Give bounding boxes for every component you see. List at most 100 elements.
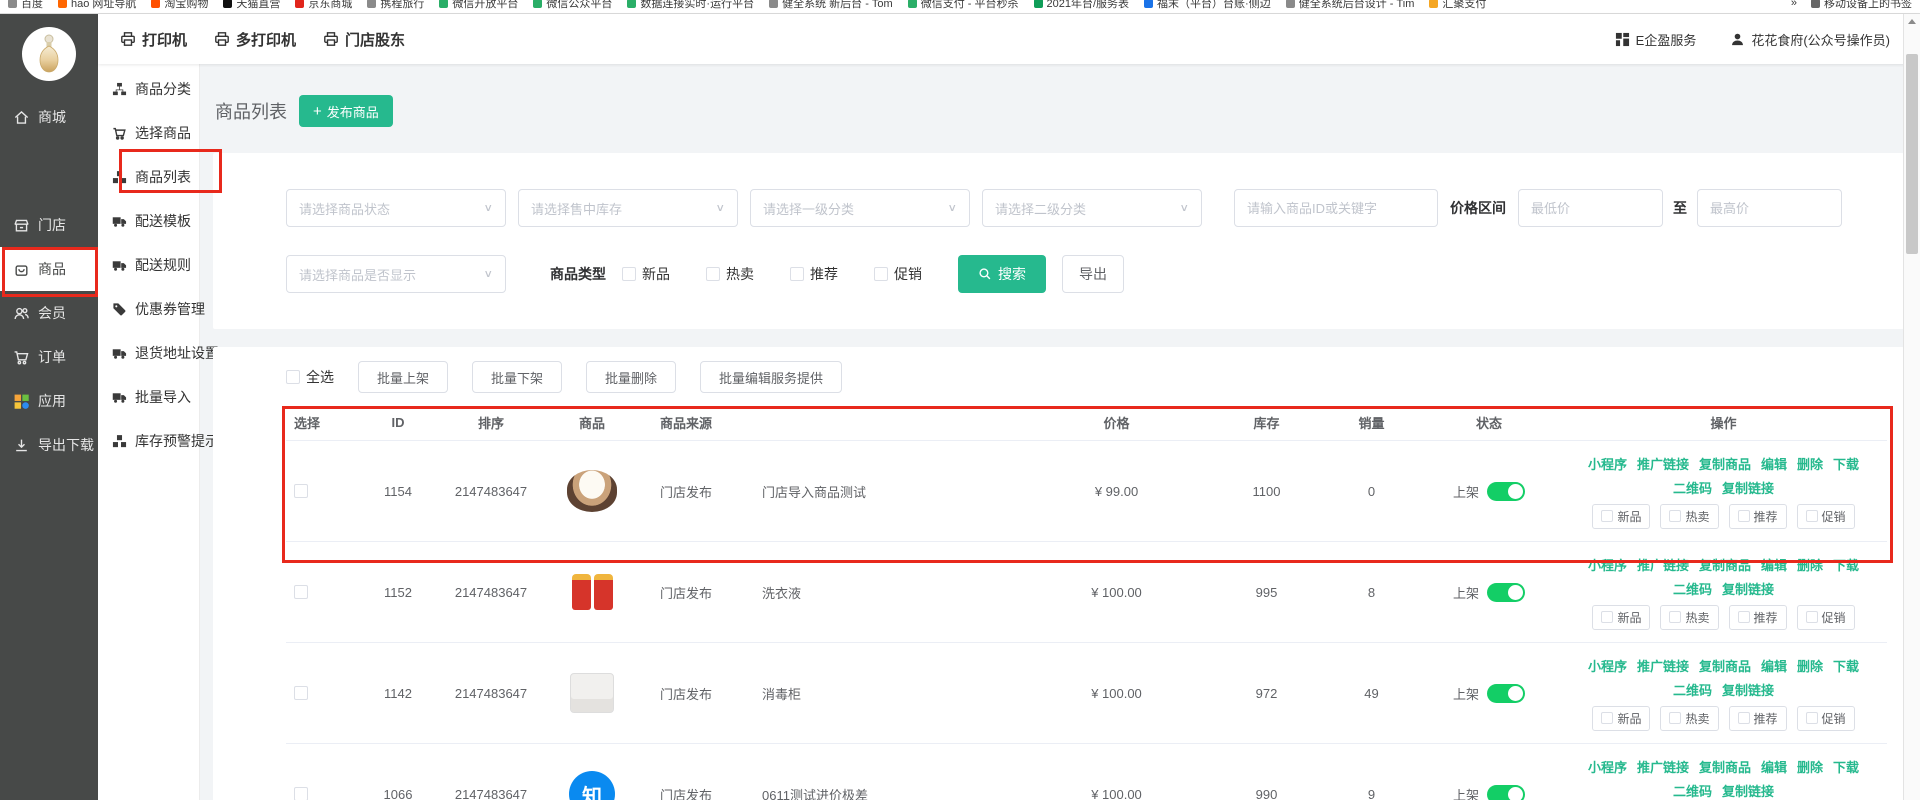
nav-store-shareholder[interactable]: 门店股东 — [323, 29, 405, 50]
action-link[interactable]: 编辑 — [1761, 555, 1787, 574]
bookmark-item[interactable]: 数据连接实时·运行平台 — [627, 0, 754, 11]
submenu-item-delivery-rules[interactable]: 配送规则 — [98, 243, 199, 287]
bookmark-item[interactable]: 淘宝购物 — [151, 0, 208, 11]
bookmark-item[interactable]: 健全系统 新后台 - Tom — [769, 0, 893, 11]
sidebar-item-mall[interactable]: 商城 — [0, 95, 98, 139]
action-link[interactable]: 推广链接 — [1637, 656, 1689, 675]
max-price-input[interactable] — [1697, 189, 1842, 227]
bookmark-item[interactable]: 携程旅行 — [367, 0, 424, 11]
tag-toggle-button[interactable]: 推荐 — [1729, 504, 1787, 529]
scrollbar-up-arrow[interactable] — [1904, 14, 1920, 29]
sidebar-item-goods[interactable]: 商品 — [0, 247, 98, 291]
bookmark-item[interactable]: 健全系统后台设计 - Tim — [1286, 0, 1415, 11]
status-toggle[interactable] — [1487, 684, 1525, 703]
submenu-item-coupon-management[interactable]: 优惠券管理 — [98, 287, 199, 331]
select-product-visible[interactable]: 请选择商品是否显示∨ — [286, 255, 506, 293]
tag-toggle-button[interactable]: 推荐 — [1729, 706, 1787, 731]
batch-on-shelf-button[interactable]: 批量上架 — [358, 361, 448, 393]
action-link[interactable]: 下载 — [1833, 656, 1859, 675]
service-entry[interactable]: E企盈服务 — [1615, 30, 1697, 49]
scrollbar-thumb[interactable] — [1906, 54, 1918, 254]
action-link[interactable]: 小程序 — [1588, 757, 1627, 776]
select-category-level2[interactable]: 请选择二级分类∨ — [982, 189, 1202, 227]
select-all[interactable]: 全选 — [286, 367, 334, 387]
action-link[interactable]: 删除 — [1797, 656, 1823, 675]
action-link[interactable]: 编辑 — [1761, 656, 1787, 675]
action-link[interactable]: 复制链接 — [1722, 781, 1774, 800]
action-link[interactable]: 复制链接 — [1722, 478, 1774, 497]
action-link[interactable]: 二维码 — [1673, 680, 1712, 699]
action-link[interactable]: 推广链接 — [1637, 454, 1689, 473]
action-link[interactable]: 删除 — [1797, 757, 1823, 776]
device-bookmarks[interactable]: 移动设备上的书签 — [1811, 0, 1912, 11]
export-button[interactable]: 导出 — [1062, 255, 1124, 293]
action-link[interactable]: 复制商品 — [1699, 454, 1751, 473]
action-link[interactable]: 推广链接 — [1637, 757, 1689, 776]
bookmark-item[interactable]: 2021年台/服务表 — [1034, 0, 1130, 11]
type-checkbox-hot[interactable]: 热卖 — [706, 264, 754, 284]
user-account[interactable]: 花花食府(公众号操作员) — [1730, 30, 1890, 49]
tag-toggle-button[interactable]: 热卖 — [1660, 706, 1718, 731]
type-checkbox-promo[interactable]: 促销 — [874, 264, 922, 284]
vertical-scrollbar[interactable] — [1903, 14, 1920, 800]
bookmark-item[interactable]: 微信公众平台 — [533, 0, 612, 11]
search-button[interactable]: 搜索 — [958, 255, 1046, 293]
bookmark-item[interactable]: 京东商城 — [295, 0, 352, 11]
publish-product-button[interactable]: + 发布商品 — [299, 95, 393, 127]
action-link[interactable]: 二维码 — [1673, 579, 1712, 598]
batch-off-shelf-button[interactable]: 批量下架 — [472, 361, 562, 393]
row-checkbox[interactable] — [294, 484, 308, 498]
action-link[interactable]: 小程序 — [1588, 555, 1627, 574]
row-checkbox[interactable] — [294, 686, 308, 700]
sidebar-item-export-download[interactable]: 导出下载 — [0, 423, 98, 467]
action-link[interactable]: 二维码 — [1673, 781, 1712, 800]
tag-toggle-button[interactable]: 新品 — [1592, 605, 1650, 630]
tag-toggle-button[interactable]: 热卖 — [1660, 605, 1718, 630]
nav-multi-printer[interactable]: 多打印机 — [214, 29, 296, 50]
status-toggle[interactable] — [1487, 583, 1525, 602]
action-link[interactable]: 复制商品 — [1699, 656, 1751, 675]
submenu-item-batch-import[interactable]: 批量导入 — [98, 375, 199, 419]
action-link[interactable]: 复制链接 — [1722, 579, 1774, 598]
select-stock-on-sale[interactable]: 请选择售中库存∨ — [518, 189, 738, 227]
batch-delete-button[interactable]: 批量删除 — [586, 361, 676, 393]
action-link[interactable]: 下载 — [1833, 454, 1859, 473]
select-category-level1[interactable]: 请选择一级分类∨ — [750, 189, 970, 227]
min-price-input[interactable] — [1518, 189, 1663, 227]
tag-toggle-button[interactable]: 推荐 — [1729, 605, 1787, 630]
sidebar-item-apps[interactable]: 应用 — [0, 379, 98, 423]
action-link[interactable]: 删除 — [1797, 454, 1823, 473]
batch-edit-service-button[interactable]: 批量编辑服务提供 — [700, 361, 842, 393]
keyword-input[interactable] — [1234, 189, 1438, 227]
bookmark-item[interactable]: 微信支付 - 平台秒杀 — [908, 0, 1019, 11]
submenu-item-category[interactable]: 商品分类 — [98, 67, 199, 111]
select-product-status[interactable]: 请选择商品状态∨ — [286, 189, 506, 227]
action-link[interactable]: 推广链接 — [1637, 555, 1689, 574]
action-link[interactable]: 下载 — [1833, 555, 1859, 574]
submenu-item-goods-list[interactable]: 商品列表 — [98, 155, 199, 199]
action-link[interactable]: 复制商品 — [1699, 757, 1751, 776]
submenu-item-return-address[interactable]: 退货地址设置 — [98, 331, 199, 375]
status-toggle[interactable] — [1487, 785, 1525, 800]
submenu-item-delivery-template[interactable]: 配送模板 — [98, 199, 199, 243]
bookmark-item[interactable]: 天猫直营 — [223, 0, 280, 11]
nav-printer[interactable]: 打印机 — [120, 29, 187, 50]
row-checkbox[interactable] — [294, 787, 308, 800]
action-link[interactable]: 小程序 — [1588, 656, 1627, 675]
tag-toggle-button[interactable]: 新品 — [1592, 706, 1650, 731]
tag-toggle-button[interactable]: 促销 — [1797, 504, 1855, 529]
submenu-item-select-goods[interactable]: 选择商品 — [98, 111, 199, 155]
bookmark-item[interactable]: 汇聚支付 — [1429, 0, 1486, 11]
bookmark-item[interactable]: 福末（平台）台账·侧边 — [1144, 0, 1271, 11]
action-link[interactable]: 二维码 — [1673, 478, 1712, 497]
bookmarks-overflow-chevron[interactable]: » — [1791, 0, 1797, 9]
tag-toggle-button[interactable]: 新品 — [1592, 504, 1650, 529]
action-link[interactable]: 小程序 — [1588, 454, 1627, 473]
submenu-item-stock-warning[interactable]: 库存预警提示 — [98, 419, 199, 463]
tag-toggle-button[interactable]: 促销 — [1797, 605, 1855, 630]
bookmark-item[interactable]: 百度 — [8, 0, 43, 11]
action-link[interactable]: 删除 — [1797, 555, 1823, 574]
action-link[interactable]: 复制商品 — [1699, 555, 1751, 574]
action-link[interactable]: 编辑 — [1761, 454, 1787, 473]
type-checkbox-recommend[interactable]: 推荐 — [790, 264, 838, 284]
